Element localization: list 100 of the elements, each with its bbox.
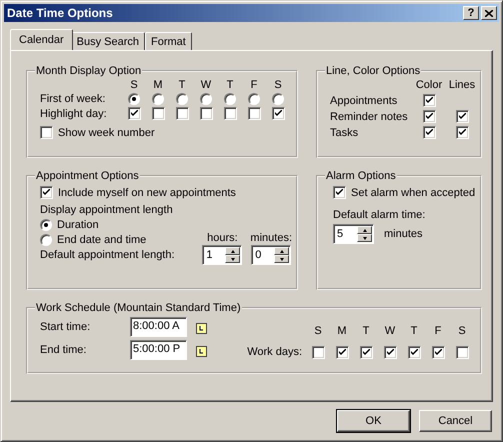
up-arrow-icon	[362, 228, 366, 232]
checkbox[interactable]	[40, 126, 53, 139]
day-label: S	[130, 79, 138, 91]
day-label: T	[410, 324, 418, 336]
checkmark-icon	[336, 189, 343, 196]
checkbox[interactable]	[40, 186, 53, 199]
close-icon	[485, 10, 493, 16]
checkbox[interactable]	[456, 346, 468, 358]
checkbox[interactable]	[272, 107, 284, 120]
spin-box[interactable]: 0	[251, 245, 292, 265]
help-button[interactable]: ?	[463, 6, 479, 20]
clock-icon[interactable]	[196, 344, 207, 356]
checkbox[interactable]	[422, 126, 436, 139]
checkbox[interactable]	[384, 346, 396, 358]
checkbox-label: Set alarm when accepted	[351, 186, 476, 198]
radio-button[interactable]	[128, 93, 140, 105]
spin-up-button[interactable]	[274, 247, 290, 255]
radio-button[interactable]	[224, 93, 236, 105]
radio-label: End date and time	[57, 234, 146, 246]
spin-down-button[interactable]	[225, 255, 240, 263]
ok-button[interactable]: OK	[337, 410, 410, 432]
option-label: Tasks	[330, 126, 360, 138]
day-label: T	[226, 79, 234, 91]
checkmark-icon	[274, 110, 282, 117]
checkbox[interactable]	[456, 126, 468, 139]
tab[interactable]: Calendar	[10, 29, 73, 50]
column-header: Lines	[448, 79, 476, 91]
field-label: End time:	[40, 344, 88, 356]
checkbox[interactable]	[432, 346, 444, 358]
checkbox[interactable]	[360, 346, 372, 358]
radio-button[interactable]	[272, 93, 284, 105]
checkbox[interactable]	[422, 110, 436, 123]
up-arrow-icon	[230, 250, 235, 252]
close-button[interactable]	[481, 6, 497, 20]
field-label: Highlight day:	[40, 108, 108, 120]
day-label: W	[200, 79, 212, 91]
checkbox[interactable]	[176, 107, 188, 120]
radio-button[interactable]	[152, 93, 164, 105]
checkmark-icon	[458, 113, 466, 120]
checkbox[interactable]	[456, 110, 468, 123]
spin-down-button[interactable]	[274, 255, 290, 263]
day-label: M	[337, 324, 347, 336]
field-label: hours:	[207, 232, 238, 244]
column-header: Color	[416, 79, 442, 91]
radio-button[interactable]	[200, 93, 212, 105]
field-label: Start time:	[40, 321, 92, 333]
spin-box[interactable]: 1	[202, 245, 242, 265]
spin-up-button[interactable]	[357, 226, 372, 234]
down-arrow-icon	[362, 236, 366, 240]
group-title: Line, Color Options	[325, 65, 422, 77]
checkbox[interactable]	[408, 346, 420, 358]
checkmark-icon	[386, 348, 394, 356]
group-title: Alarm Options	[325, 170, 397, 182]
day-label: S	[314, 324, 322, 336]
group-title: Month Display Option	[35, 65, 142, 77]
checkbox[interactable]	[224, 107, 236, 120]
day-label: M	[153, 79, 163, 91]
field-label: First of week:	[40, 93, 106, 105]
time-field[interactable]: 8:00:00 A	[130, 317, 187, 337]
tab[interactable]: Format	[145, 32, 192, 50]
up-arrow-icon	[280, 250, 284, 252]
checkbox[interactable]	[333, 186, 346, 199]
radio-button[interactable]	[40, 219, 52, 231]
checkmark-icon	[410, 348, 418, 356]
day-label: S	[458, 324, 466, 336]
checkmark-icon	[426, 97, 432, 104]
checkmark-icon	[434, 348, 442, 356]
checkmark-icon	[362, 348, 370, 356]
group-title: Work Schedule (Mountain Standard Time)	[35, 302, 242, 314]
checkbox[interactable]	[248, 107, 260, 120]
radio-button[interactable]	[40, 234, 52, 246]
day-label: S	[274, 79, 282, 91]
day-label: F	[434, 324, 442, 336]
group-title: Appointment Options	[35, 170, 140, 182]
option-label: Appointments	[330, 94, 398, 106]
checkbox-label: Include myself on new appointments	[58, 186, 236, 198]
checkbox[interactable]	[336, 346, 348, 358]
checkbox[interactable]	[152, 107, 164, 120]
tab[interactable]: Busy Search	[70, 32, 146, 50]
checkbox[interactable]	[312, 346, 324, 358]
time-field[interactable]: 5:00:00 P	[130, 340, 187, 360]
down-arrow-icon	[230, 258, 235, 260]
day-label: W	[384, 324, 396, 336]
spin-up-button[interactable]	[225, 247, 240, 255]
option-label: Reminder notes	[330, 110, 409, 122]
checkbox[interactable]	[422, 94, 436, 107]
checkbox[interactable]	[128, 107, 140, 120]
spin-down-button[interactable]	[357, 234, 372, 242]
checkbox[interactable]	[200, 107, 212, 120]
checkmark-icon	[426, 113, 432, 120]
radio-button[interactable]	[176, 93, 188, 105]
checkmark-icon	[426, 129, 432, 136]
checkbox-label: Show week number	[58, 126, 155, 138]
clock-icon[interactable]	[196, 322, 207, 332]
field-label: Default appointment length:	[40, 249, 176, 263]
spin-box[interactable]: 5	[333, 224, 374, 244]
radio-button[interactable]	[248, 93, 260, 105]
day-label: T	[362, 324, 370, 336]
radio-label: Duration	[57, 219, 99, 231]
cancel-button[interactable]: Cancel	[419, 410, 492, 432]
